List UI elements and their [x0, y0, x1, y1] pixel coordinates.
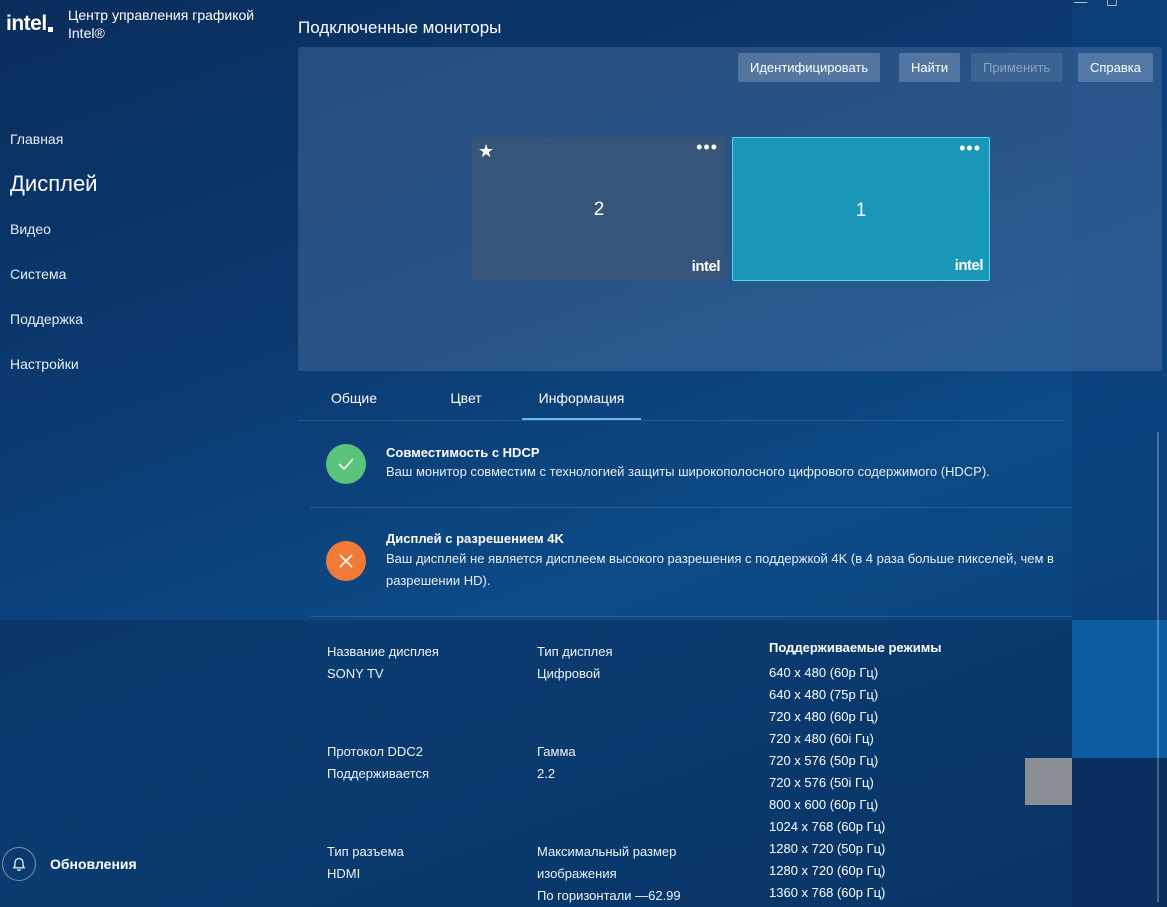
check-icon [326, 444, 366, 484]
intel-logo: intel [6, 12, 53, 36]
gamma-value: 2.2 [537, 766, 556, 781]
list-item: 640 x 480 (75p Гц) [769, 687, 879, 702]
sidebar-item-system[interactable]: Система [10, 266, 66, 282]
hdcp-text: Ваш монитор совместим с технологией защи… [386, 464, 990, 479]
uhd-text: Ваш дисплей не является дисплеем высоког… [386, 551, 1054, 588]
display-name-value: SONY TV [327, 666, 384, 681]
monitor-number: 1 [855, 200, 867, 221]
monitor-arrangement-panel: Идентифицировать Найти Применить Справка… [298, 47, 1162, 371]
updates-label: Обновления [50, 856, 137, 872]
background-band [1072, 620, 1167, 758]
tab-general[interactable]: Общие [312, 378, 396, 420]
hdcp-title: Совместимость с HDCP [386, 445, 540, 460]
identify-button[interactable]: Идентифицировать [738, 53, 881, 82]
more-options-icon[interactable]: ••• [696, 137, 718, 158]
display-type-field: Тип дисплея Цифровой [537, 641, 613, 685]
divider [310, 507, 1072, 508]
intel-logo: intel [954, 257, 984, 274]
app-title-line1: Центр управления графикой [68, 7, 255, 23]
maximize-icon[interactable]: ☐ [1106, 0, 1118, 10]
tab-info[interactable]: Информация [522, 378, 641, 420]
connector-label: Тип разъема [327, 844, 404, 859]
ddc2-field: Протокол DDC2 Поддерживается [327, 741, 429, 785]
page-title: Подключенные мониторы [298, 18, 502, 37]
ddc2-value: Поддерживается [327, 766, 430, 781]
list-item: 1280 x 720 (50p Гц) [769, 841, 886, 856]
background-band [1025, 758, 1072, 805]
hdcp-info: Совместимость с HDCP Ваш монитор совмест… [310, 444, 1072, 506]
display-type-label: Тип дисплея [537, 644, 613, 659]
sidebar-item-settings[interactable]: Настройки [10, 356, 79, 372]
updates-button[interactable]: Обновления [0, 846, 137, 882]
app-title-line2: Intel® [68, 25, 105, 41]
find-button[interactable]: Найти [899, 53, 961, 82]
display-tabs: Общие Цвет Информация [298, 378, 1064, 421]
max-size-label: изображения [537, 866, 617, 881]
display-name-field: Название дисплея SONY TV [327, 641, 439, 685]
more-options-icon[interactable]: ••• [959, 138, 981, 159]
intel-logo: intel [691, 258, 721, 275]
uhd-info: Дисплей с разрешением 4K Ваш дисплей не … [310, 530, 1072, 614]
bell-icon [2, 847, 36, 881]
max-size-label: Максимальный размер [537, 844, 677, 859]
list-item: 1360 x 768 (60p Гц) [769, 885, 886, 900]
monitor-2-tile[interactable]: ★ ••• 2 intel [472, 137, 726, 281]
apply-button[interactable]: Применить [971, 53, 1063, 82]
monitor-1-tile[interactable]: ••• 1 intel [732, 137, 990, 281]
display-type-value: Цифровой [537, 666, 601, 681]
list-item: 720 x 480 (60p Гц) [769, 709, 879, 724]
scrollbar[interactable] [1157, 432, 1159, 902]
background-band [1072, 758, 1167, 907]
help-button[interactable]: Справка [1078, 53, 1153, 82]
sidebar-item-video[interactable]: Видео [10, 221, 51, 237]
close-icon [326, 541, 366, 581]
connector-field: Тип разъема HDMI [327, 841, 404, 885]
list-item: 640 x 480 (60p Гц) [769, 665, 879, 680]
ddc2-label: Протокол DDC2 [327, 744, 423, 759]
sidebar-item-home[interactable]: Главная [10, 131, 63, 147]
modes-title: Поддерживаемые режимы [769, 640, 942, 655]
list-item: 720 x 576 (50i Гц) [769, 775, 874, 790]
list-item: 1280 x 720 (60p Гц) [769, 863, 886, 878]
monitor-number: 2 [593, 199, 605, 220]
minimize-icon[interactable]: — [1074, 0, 1087, 9]
sidebar-item-display[interactable]: Дисплей [10, 171, 97, 197]
gamma-label: Гамма [537, 744, 576, 759]
modes-list: 640 x 480 (60p Гц) 640 x 480 (75p Гц) 72… [769, 662, 885, 904]
list-item: 720 x 480 (60i Гц) [769, 731, 874, 746]
divider [310, 616, 1072, 617]
max-size-value: По горизонтали —62.99 [537, 888, 681, 903]
connector-value: HDMI [327, 866, 361, 881]
uhd-title: Дисплей с разрешением 4K [386, 531, 564, 546]
display-name-label: Название дисплея [327, 644, 439, 659]
list-item: 720 x 576 (50p Гц) [769, 753, 879, 768]
list-item: 1024 x 768 (60p Гц) [769, 819, 886, 834]
sidebar-item-support[interactable]: Поддержка [10, 311, 83, 327]
star-icon: ★ [478, 141, 495, 161]
app-title: Центр управления графикой Intel® [68, 6, 254, 42]
gamma-field: Гамма 2.2 [537, 741, 576, 785]
tab-color[interactable]: Цвет [424, 378, 508, 420]
list-item: 800 x 600 (60p Гц) [769, 797, 879, 812]
max-size-field: Максимальный размер изображения По гориз… [537, 841, 681, 907]
